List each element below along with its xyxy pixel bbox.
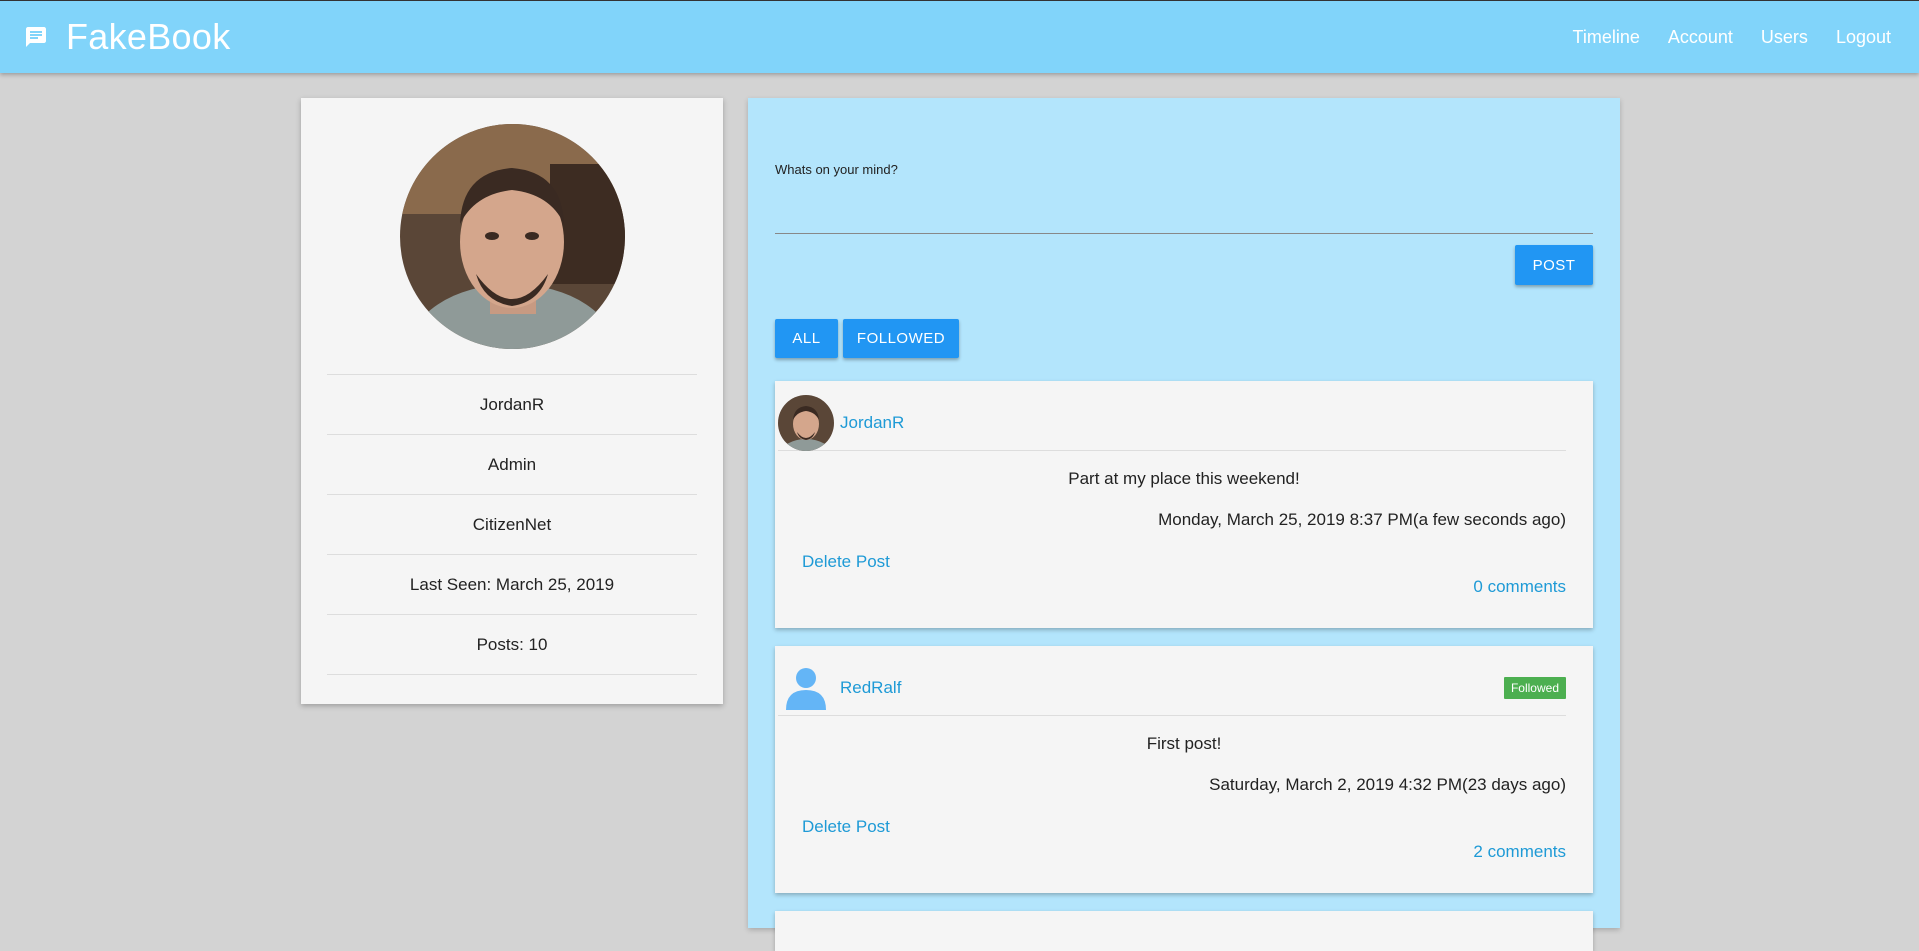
filter-all-button[interactable]: ALL (775, 319, 838, 358)
filter-followed-button[interactable]: FOLLOWED (843, 319, 959, 358)
profile-last-seen: Last Seen: March 25, 2019 (327, 555, 697, 615)
post-author-link[interactable]: RedRalf (840, 678, 901, 698)
nav-users-link[interactable]: Users (1747, 27, 1822, 48)
comments-link[interactable]: 2 comments (1473, 842, 1566, 862)
nav-links: Timeline Account Users Logout (1559, 27, 1905, 48)
top-navbar: FakeBook Timeline Account Users Logout (0, 0, 1919, 73)
composer-label: Whats on your mind? (775, 162, 898, 177)
profile-avatar (400, 124, 625, 349)
post-card: RedRalf Followed First post! Saturday, M… (775, 646, 1593, 893)
profile-post-count: Posts: 10 (327, 615, 697, 675)
profile-organization: CitizenNet (327, 495, 697, 555)
nav-account-link[interactable]: Account (1654, 27, 1747, 48)
post-author-avatar[interactable] (778, 394, 834, 451)
profile-card: JordanR Admin CitizenNet Last Seen: Marc… (301, 98, 723, 704)
nav-timeline-link[interactable]: Timeline (1559, 27, 1654, 48)
brand-title: FakeBook (66, 16, 231, 57)
post-header: RedRalf Followed (778, 660, 1566, 716)
post-date: Monday, March 25, 2019 8:37 PM(a few sec… (1158, 510, 1566, 529)
feed-panel: Whats on your mind? POST ALL FOLLOWED Jo… (748, 98, 1620, 951)
post-card (775, 911, 1593, 951)
post-text: First post! (1146, 734, 1222, 753)
delete-post-link[interactable]: Delete Post (802, 817, 890, 837)
profile-role: Admin (327, 435, 697, 495)
chat-message-icon (26, 27, 46, 47)
post-composer-input[interactable] (775, 184, 1593, 234)
post-text: Part at my place this weekend! (1068, 469, 1300, 488)
comments-link[interactable]: 0 comments (1473, 577, 1566, 597)
post-date: Saturday, March 2, 2019 4:32 PM(23 days … (1209, 775, 1566, 794)
post-button[interactable]: POST (1515, 245, 1593, 285)
post-card: JordanR Part at my place this weekend! M… (775, 381, 1593, 628)
brand[interactable]: FakeBook (24, 16, 231, 58)
user-silhouette-icon[interactable] (778, 660, 834, 716)
followed-badge: Followed (1503, 676, 1566, 699)
nav-logout-link[interactable]: Logout (1822, 27, 1905, 48)
post-author-link[interactable]: JordanR (840, 413, 904, 433)
post-header: JordanR (778, 394, 1566, 451)
profile-username: JordanR (327, 375, 697, 435)
delete-post-link[interactable]: Delete Post (802, 552, 890, 572)
profile-details: JordanR Admin CitizenNet Last Seen: Marc… (327, 374, 697, 675)
